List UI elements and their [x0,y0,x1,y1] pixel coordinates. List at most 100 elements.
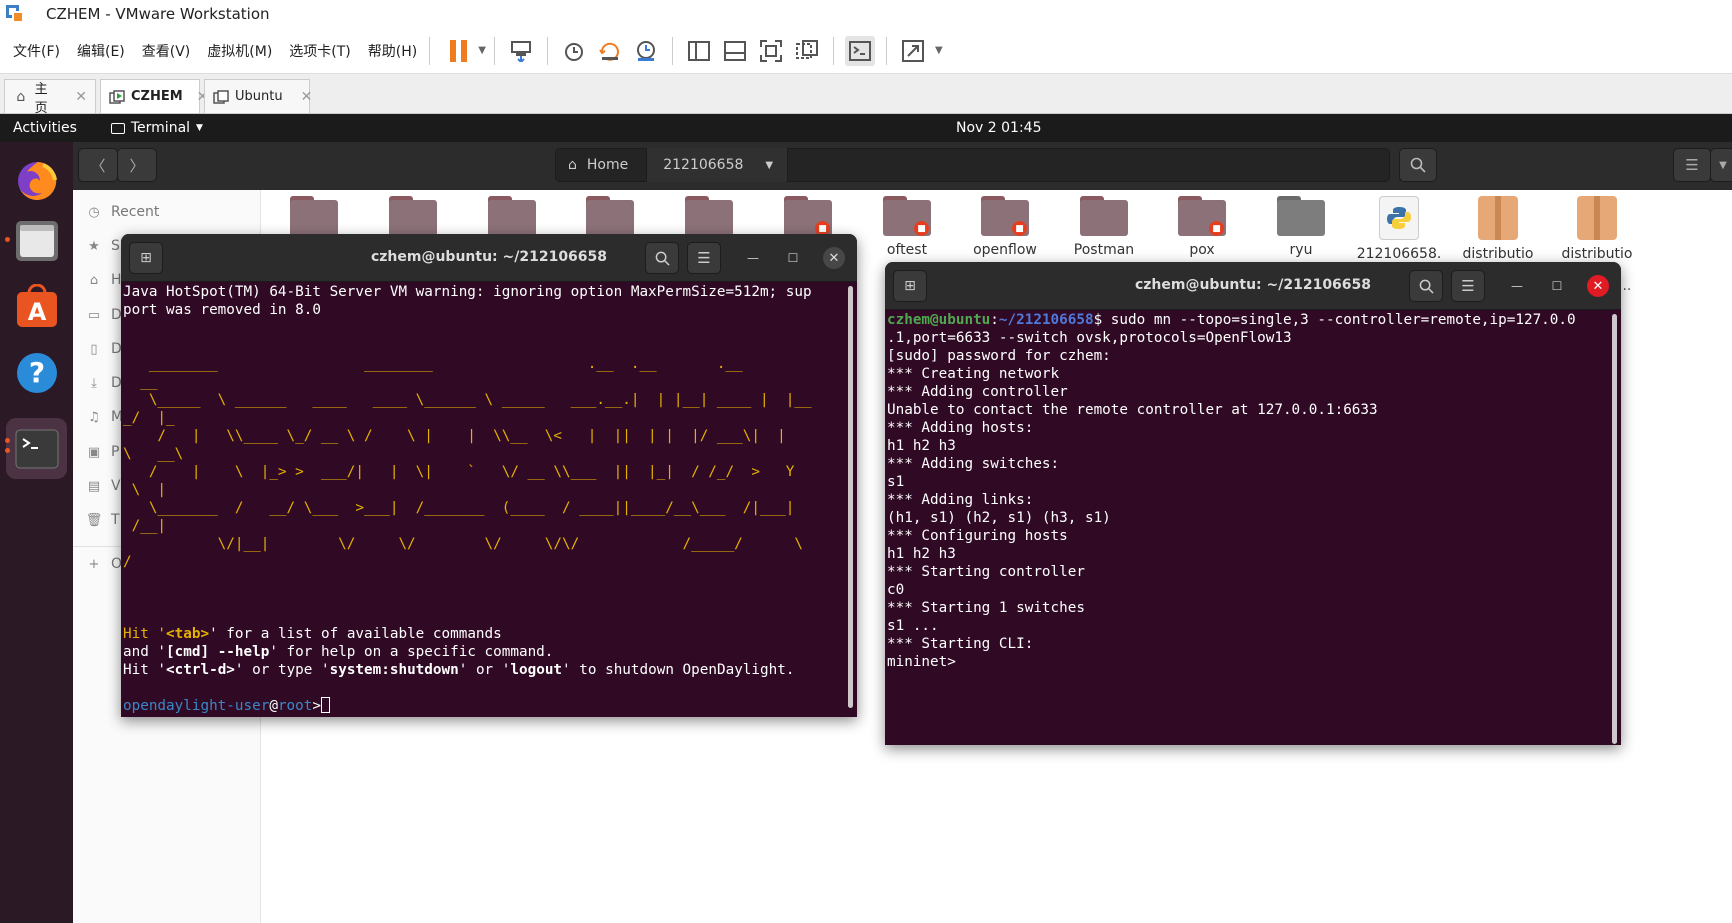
sidebar-item-music[interactable]: ♫ M [87,409,123,425]
menu-help[interactable]: 帮助(H) [368,41,417,61]
path-current-button[interactable]: 212106658 ▼ [647,148,789,182]
gnome-top-bar: Activities Terminal ▼ Nov 2 01:45 [0,114,1732,142]
document-icon: ▯ [90,341,98,357]
scrollbar[interactable] [848,286,853,708]
close-icon[interactable]: ✕ [75,89,87,105]
search-icon[interactable] [1399,148,1437,182]
tab-czhem[interactable]: CZHEM ✕ [100,79,208,113]
folder-item[interactable]: ■ pox [1157,196,1247,258]
app-menu[interactable]: Terminal ▼ [110,120,203,136]
stretch-dropdown-icon[interactable]: ▼ [935,45,943,56]
app-center-icon[interactable]: A [6,276,67,337]
forward-button[interactable]: 〉 [117,148,157,182]
sidebar-item-desktop[interactable]: ▭ D [87,307,122,323]
menu-file[interactable]: 文件(F) [13,41,60,61]
path-home-button[interactable]: ⌂ Home [556,148,648,182]
hamburger-menu-icon[interactable]: ☰ [687,242,721,274]
terminal-output[interactable]: czhem@ubuntu:~/212106658$ sudo mn --topo… [885,310,1621,671]
hamburger-menu-icon[interactable]: ☰ [1451,270,1485,302]
minimize-icon[interactable]: — [745,250,761,266]
output-line: *** Configuring hosts [887,528,1068,544]
send-ctrl-alt-del-icon[interactable] [506,36,536,66]
sidebar-item-pictures[interactable]: ▣ P [87,444,120,460]
folder-item[interactable]: ■ oftest [862,196,952,258]
tab-home[interactable]: ⌂ 主页 ✕ [4,79,96,116]
vmware-logo-icon [4,3,26,25]
folder-icon [1277,196,1325,236]
terminal-output[interactable]: Java HotSpot(TM) 64-Bit Server VM warnin… [121,282,857,715]
manage-snapshots-icon[interactable] [631,36,661,66]
menu-edit[interactable]: 编辑(E) [77,41,125,61]
folder-item[interactable]: Postman [1059,196,1149,258]
folder-icon: ■ [883,196,931,236]
menu-tabs[interactable]: 选项卡(T) [289,41,350,61]
close-icon[interactable]: ✕ [823,247,845,269]
toolbar-divider [493,36,495,65]
sidebar-view-icon[interactable] [684,36,714,66]
search-icon[interactable] [1409,270,1443,302]
sidebar-item-starred[interactable]: ★ S [87,238,120,254]
chevron-down-icon: ▼ [765,159,774,171]
sidebar-item-home[interactable]: ⌂ H [87,272,122,288]
thumbnail-view-icon[interactable] [720,36,750,66]
clock[interactable]: Nov 2 01:45 [956,120,1041,136]
folder-item[interactable]: ■ openflow [960,196,1050,258]
tab-ubuntu[interactable]: Ubuntu ✕ [204,79,313,113]
running-indicator [5,438,10,443]
sidebar-item-videos[interactable]: ▤ V [87,478,121,494]
sidebar-item-recent[interactable]: ◷ Recent [87,204,159,220]
warning-line: Java HotSpot(TM) 64-Bit Server VM warnin… [123,284,812,300]
folder-icon [1080,196,1128,236]
help-icon[interactable]: ? [6,342,67,403]
pause-icon[interactable] [450,37,474,65]
banner-line: \_______ / __/ \___ >___| /_______ (____… [123,500,795,516]
menu-vm[interactable]: 虚拟机(M) [207,41,272,61]
activities-button[interactable]: Activities [13,120,77,136]
snapshot-icon[interactable] [559,36,589,66]
sidebar-item-other-locations[interactable]: + O [87,556,122,572]
terminal-window-odl[interactable]: ⊞ czhem@ubuntu: ~/212106658 ☰ — ☐ ✕ Java… [121,234,857,717]
back-button[interactable]: 〈 [78,148,118,182]
banner-line: ________ ________ .__ .__ .__ [123,356,743,372]
view-options-icon[interactable]: ▼ [1710,148,1732,182]
files-headerbar: 〈 〉 ⌂ Home 212106658 ▼ ☰ ▼ [73,142,1732,190]
home-icon: ⌂ [568,157,577,173]
maximize-icon[interactable]: ☐ [785,250,801,266]
output-line: s1 ... [887,618,939,634]
maximize-icon[interactable]: ☐ [1549,278,1565,294]
app-menu-label: Terminal [130,120,191,136]
sidebar-item-downloads[interactable]: ⤓ D [87,375,122,391]
terminal-icon[interactable] [6,418,67,479]
search-icon[interactable] [645,242,679,274]
scrollbar[interactable] [1612,314,1617,744]
terminal-window-mininet[interactable]: ⊞ czhem@ubuntu: ~/212106658 ☰ — ☐ ✕ czhe… [885,262,1621,745]
file-item[interactable]: distributio [1552,196,1642,262]
folder-item[interactable]: ryu [1256,196,1346,258]
files-icon[interactable] [6,210,67,271]
firefox-icon[interactable] [6,148,67,209]
svg-text:?: ? [28,356,44,389]
text-cursor [320,697,330,713]
minimize-icon[interactable]: — [1509,278,1525,294]
pause-dropdown-icon[interactable]: ▼ [478,45,486,56]
unity-icon[interactable] [792,36,822,66]
list-view-icon[interactable]: ☰ [1673,148,1711,182]
stretch-icon[interactable] [898,36,928,66]
sidebar-item-documents[interactable]: ▯ D [87,341,121,357]
close-icon[interactable]: ✕ [301,89,313,105]
sidebar-item-trash[interactable]: 🗑 T [86,512,120,528]
banner-line: / [123,554,132,570]
fullscreen-icon[interactable] [756,36,786,66]
file-item[interactable]: 212106658. [1354,196,1444,262]
close-icon[interactable]: ✕ [1587,275,1609,297]
vm-icon [109,89,125,105]
output-line: *** Adding hosts: [887,420,1034,436]
tab-label: Ubuntu [235,89,283,104]
menu-view[interactable]: 查看(V) [142,41,191,61]
music-icon: ♫ [88,409,100,425]
file-item[interactable]: distributio [1453,196,1543,262]
banner-line: _/ |_ [123,410,175,426]
revert-snapshot-icon[interactable] [595,36,625,66]
sidebar-item-label: H [111,272,122,288]
console-view-icon[interactable] [844,35,875,66]
